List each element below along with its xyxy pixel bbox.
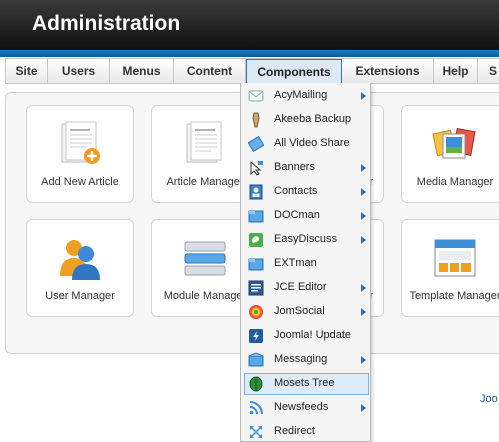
acymailing-icon: [248, 90, 264, 102]
menu-item-jce-editor[interactable]: JCE Editor: [244, 277, 369, 299]
submenu-arrow-icon: [361, 284, 366, 292]
messaging-icon: [248, 352, 264, 367]
menu-item-newsfeeds[interactable]: Newsfeeds: [244, 397, 369, 419]
docman-icon: [248, 210, 264, 223]
tile-label: Template Manager: [409, 290, 499, 302]
template-manager-icon: [434, 239, 476, 277]
menu-item-label: Contacts: [274, 185, 318, 197]
submenu-arrow-icon: [361, 188, 366, 196]
menu-item-label: Akeeba Backup: [274, 113, 352, 125]
contacts-icon: [249, 184, 263, 200]
menu-content[interactable]: Content: [174, 59, 246, 83]
menu-site-partial[interactable]: S: [478, 59, 499, 83]
page-title: Administration: [32, 12, 181, 35]
menu-item-label: Banners: [274, 161, 315, 173]
extman-icon: [248, 258, 264, 271]
menu-item-label: Joomla! Update: [274, 329, 352, 341]
admin-header: Administration: [0, 0, 499, 50]
menu-item-label: DOCman: [274, 209, 320, 221]
submenu-arrow-icon: [361, 308, 366, 316]
menu-item-label: Newsfeeds: [274, 401, 329, 413]
article-manager-icon: [186, 121, 222, 163]
user-manager-icon: [60, 240, 100, 280]
tile-media-manager[interactable]: Media Manager: [401, 105, 499, 203]
akeeba-icon: [252, 112, 260, 128]
menu-item-docman[interactable]: DOCman: [244, 205, 369, 227]
tile-label: Media Manager: [416, 176, 494, 188]
menu-item-all-video-share[interactable]: All Video Share: [244, 133, 369, 155]
jce-editor-icon: [248, 280, 264, 296]
tile-label: Add New Article: [41, 176, 119, 188]
add-article-icon: [61, 121, 100, 164]
video-share-icon: [248, 136, 264, 152]
menu-item-mosets-tree[interactable]: Mosets Tree: [244, 373, 369, 395]
menu-item-label: EXTman: [274, 257, 317, 269]
media-manager-icon: [432, 128, 476, 159]
main-menu-bar: Site Users Menus Content Components Exte…: [5, 58, 499, 84]
menu-menus[interactable]: Menus: [110, 59, 174, 83]
submenu-arrow-icon: [361, 92, 366, 100]
newsfeeds-icon: [249, 401, 263, 415]
menu-item-label: JCE Editor: [274, 281, 327, 293]
tile-label: User Manager: [45, 290, 115, 302]
menu-item-easydiscuss[interactable]: EasyDiscuss: [244, 229, 369, 251]
module-manager-icon: [184, 241, 226, 276]
menu-item-extman[interactable]: EXTman: [244, 253, 369, 275]
easydiscuss-icon: [249, 233, 263, 247]
admin-page: Administration Site Users Menus Content …: [0, 0, 499, 442]
tile-template-manager[interactable]: Template Manager: [401, 219, 499, 317]
submenu-arrow-icon: [361, 236, 366, 244]
menu-components[interactable]: Components: [246, 59, 342, 83]
tile-user-manager[interactable]: User Manager: [26, 219, 134, 317]
submenu-arrow-icon: [361, 212, 366, 220]
menu-item-label: Redirect: [274, 425, 315, 437]
menu-extensions[interactable]: Extensions: [342, 59, 434, 83]
menu-item-label: EasyDiscuss: [274, 233, 337, 245]
menu-item-label: All Video Share: [274, 137, 350, 149]
submenu-arrow-icon: [361, 356, 366, 364]
joomla-update-icon: [249, 329, 263, 343]
menu-item-banners[interactable]: Banners: [244, 157, 369, 179]
header-stripe: [0, 50, 499, 57]
mosets-tree-icon: [249, 376, 263, 392]
menu-item-redirect[interactable]: Redirect: [244, 421, 369, 442]
menu-item-jomsocial[interactable]: JomSocial: [244, 301, 369, 323]
menu-help[interactable]: Help: [434, 59, 478, 83]
menu-site[interactable]: Site: [6, 59, 48, 83]
submenu-arrow-icon: [361, 164, 366, 172]
menu-item-label: AcyMailing: [274, 89, 328, 101]
banners-icon: [250, 160, 263, 176]
menu-users[interactable]: Users: [48, 59, 110, 83]
menu-item-messaging[interactable]: Messaging: [244, 349, 369, 371]
submenu-arrow-icon: [361, 404, 366, 412]
menu-item-contacts[interactable]: Contacts: [244, 181, 369, 203]
footer-link[interactable]: Joo: [480, 393, 498, 405]
components-dropdown: AcyMailing Akeeba Backup All Video Share…: [240, 83, 371, 442]
redirect-icon: [250, 426, 262, 438]
menu-item-label: Messaging: [274, 353, 328, 365]
menu-item-akeeba-backup[interactable]: Akeeba Backup: [244, 109, 369, 131]
jomsocial-icon: [249, 305, 263, 319]
menu-item-label: JomSocial: [274, 305, 325, 317]
menu-item-label: Mosets Tree: [274, 377, 335, 389]
menu-item-acymailing[interactable]: AcyMailing: [244, 85, 369, 107]
tile-add-new-article[interactable]: Add New Article: [26, 105, 134, 203]
menu-item-joomla-update[interactable]: Joomla! Update: [244, 325, 369, 347]
